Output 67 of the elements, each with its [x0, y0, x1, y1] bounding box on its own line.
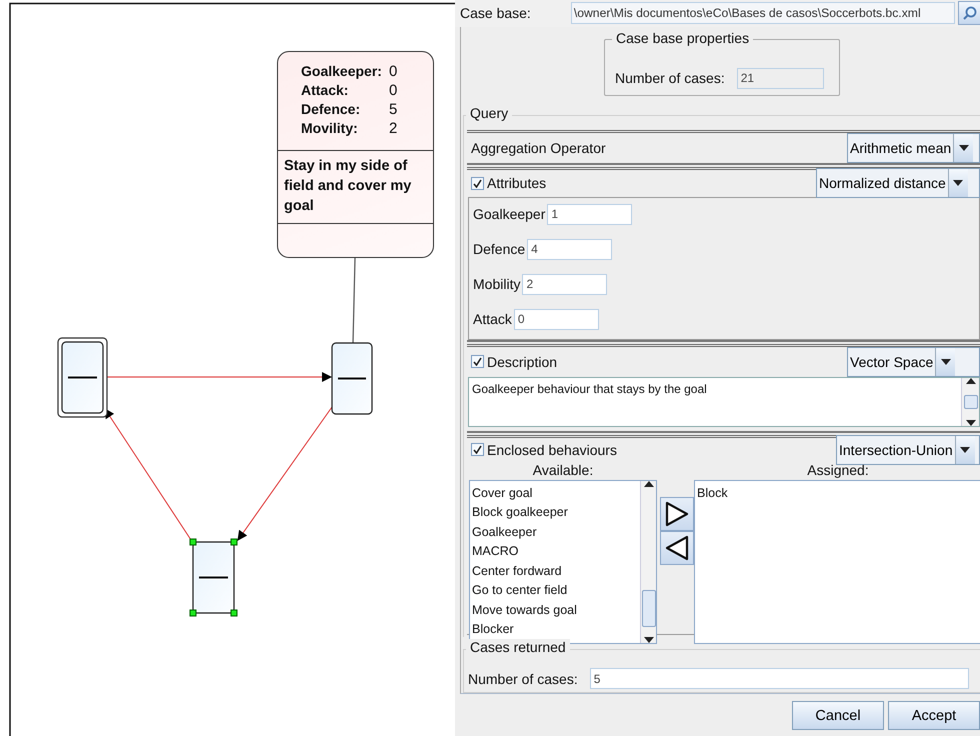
note-attribute-value: 2 [389, 119, 398, 138]
scroll-thumb[interactable] [964, 394, 978, 409]
add-button[interactable] [660, 496, 694, 531]
note-attribute-name: Defence: [301, 100, 362, 119]
note-attribute-value: 5 [389, 100, 398, 119]
aggregation-operator-label: Aggregation Operator [471, 140, 606, 156]
left-triangle-icon [665, 534, 689, 561]
list-item[interactable]: Blocker [472, 620, 638, 640]
section-checkbox[interactable]: Description [471, 354, 558, 370]
description-textarea[interactable]: Goalkeeper behaviour that stays by the goal [468, 376, 980, 427]
list-item[interactable]: Goalkeeper [472, 522, 638, 542]
number-of-cases-label: Number of cases: [468, 670, 578, 687]
list-item[interactable]: Move towards goal [472, 600, 638, 620]
fieldset-title: Cases returned [466, 638, 570, 655]
section-checkbox[interactable]: Enclosed behaviours [471, 442, 617, 458]
list-item[interactable]: MACRO [472, 542, 638, 562]
attribute-label: Attack [473, 311, 512, 328]
list-item[interactable]: Cover goal [472, 484, 638, 504]
number-of-cases-field: 21 [736, 68, 824, 89]
case-base-label: Case base: [460, 5, 531, 22]
scrollbar[interactable] [640, 480, 656, 643]
check-icon [473, 178, 482, 188]
remove-button[interactable] [660, 530, 694, 565]
attribute-input[interactable]: 4 [527, 238, 612, 260]
method-dropdown[interactable]: Vector Space [847, 346, 980, 377]
list-title: Available: [532, 462, 594, 480]
section-checkbox[interactable]: Attributes [471, 175, 546, 192]
scroll-up-icon [644, 480, 654, 487]
list-item[interactable]: Block goalkeeper [472, 503, 638, 523]
number-of-cases-label: Number of cases: [615, 70, 725, 86]
dropdown-arrow-icon [940, 358, 951, 365]
note-attribute-name: Attack: [301, 81, 350, 100]
list-item[interactable]: Block [697, 484, 979, 504]
fieldset-title: Case base properties [612, 30, 754, 46]
attribute-input[interactable]: 1 [547, 204, 632, 225]
note-attribute-name: Goalkeeper: [301, 62, 383, 81]
method-dropdown[interactable]: Normalized distance [816, 168, 980, 198]
dropdown-arrow-icon [953, 180, 964, 186]
case-base-path-field[interactable]: \owner\Mis documentos\eCo\Bases de casos\Soccerbots.bc.xml [570, 2, 956, 24]
check-icon [473, 445, 482, 454]
assigned-list[interactable]: Block [694, 480, 980, 644]
check-icon [473, 357, 482, 366]
attribute-label: Defence [473, 241, 526, 258]
attribute-label: Mobility [473, 276, 520, 292]
note-description: Stay in my side of field and cover my goal [284, 158, 412, 214]
method-dropdown[interactable]: Arithmetic mean [847, 132, 980, 163]
list-item[interactable]: Center fordward [472, 562, 638, 582]
right-triangle-icon [665, 500, 689, 527]
search-button[interactable] [958, 1, 980, 26]
attribute-input[interactable]: 2 [522, 274, 608, 295]
number-of-cases-field[interactable]: 5 [590, 668, 969, 690]
dropdown-arrow-icon [958, 144, 969, 151]
list-item[interactable]: Go to center field [472, 581, 638, 601]
search-icon [962, 6, 977, 20]
note-attribute-value: 0 [389, 62, 398, 81]
note-attribute-value: 0 [389, 81, 398, 100]
dropdown-arrow-icon [960, 446, 970, 453]
dialog-button[interactable]: Cancel [792, 701, 884, 730]
scrollbar[interactable] [961, 378, 979, 426]
attribute-input[interactable]: 0 [514, 308, 599, 330]
method-dropdown[interactable]: Intersection-Union [836, 434, 980, 465]
note-attribute-name: Movility: [301, 119, 359, 138]
dropdown-arrow-icon [966, 420, 976, 426]
dialog-button[interactable]: Accept [888, 701, 980, 730]
dropdown-arrow-icon [644, 636, 654, 643]
attribute-label: Goalkeeper [473, 206, 546, 222]
scroll-thumb[interactable] [642, 590, 656, 627]
